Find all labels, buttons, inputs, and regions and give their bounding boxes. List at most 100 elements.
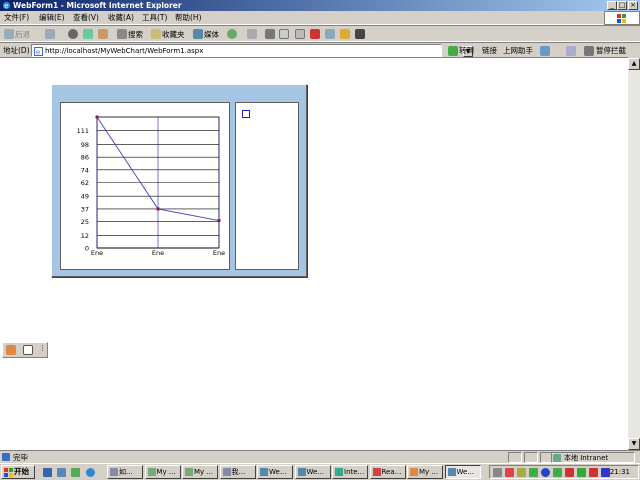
- status-segment: [508, 452, 522, 463]
- research-icon[interactable]: [325, 29, 335, 39]
- taskbar-button[interactable]: My ...: [182, 465, 218, 479]
- scroll-up-button[interactable]: ▲: [628, 58, 640, 70]
- refresh-icon[interactable]: [83, 29, 93, 39]
- image-toolbar: ⋮: [2, 342, 48, 358]
- data-point: [95, 115, 99, 119]
- history-icon[interactable]: [227, 29, 237, 39]
- tray-icon[interactable]: [589, 468, 598, 477]
- task-app-icon: [147, 468, 156, 476]
- home-icon[interactable]: [98, 29, 108, 39]
- standard-toolbar: 后退 搜索 收藏夹 媒体: [0, 25, 640, 42]
- web-chart: 0 12 25 37 49 62 74 86 98 111 Ene Ene Ene: [51, 84, 307, 277]
- task-label: We...: [269, 468, 287, 476]
- maximize-button[interactable]: □: [617, 1, 627, 10]
- minimize-button[interactable]: _: [607, 1, 617, 10]
- y-tick-label: 37: [81, 205, 89, 213]
- task-app-icon: [185, 468, 193, 476]
- tray-icon[interactable]: [601, 468, 610, 477]
- task-label: Inte...: [344, 468, 365, 476]
- task-label: We...: [306, 468, 325, 476]
- title-bar: e WebForm1 - Microsoft Internet Explorer…: [0, 0, 640, 11]
- taskbar-button[interactable]: My ...: [407, 465, 443, 479]
- taskbar-button[interactable]: Rea...: [369, 465, 406, 479]
- y-tick-label: 25: [81, 218, 89, 226]
- search-button[interactable]: 搜索: [128, 28, 143, 41]
- taskbar-button[interactable]: 我...: [219, 465, 256, 479]
- taskbar-button[interactable]: We...: [257, 465, 293, 479]
- windows-logo-icon: [4, 468, 13, 477]
- menu-tools[interactable]: 工具(T): [142, 12, 167, 24]
- go-arrow-icon[interactable]: [448, 46, 458, 56]
- task-label: My ...: [156, 468, 176, 476]
- ie-logo-icon: e: [2, 1, 11, 10]
- task-app-icon: [447, 468, 456, 476]
- links-button[interactable]: 链接: [482, 44, 497, 57]
- taskbar-button[interactable]: 如...: [107, 465, 143, 479]
- tray-icon[interactable]: [553, 468, 562, 477]
- address-input[interactable]: e http://localhost/MyWebChart/WebForm1.a…: [31, 44, 473, 57]
- taskbar-button[interactable]: My ...: [144, 465, 181, 479]
- forward-arrow-icon[interactable]: [45, 29, 55, 39]
- search-icon[interactable]: [117, 29, 127, 39]
- back-button[interactable]: 后退: [15, 28, 30, 41]
- tray-icon[interactable]: [541, 468, 550, 477]
- y-tick-label: 49: [81, 193, 89, 201]
- extra-icon[interactable]: [355, 29, 365, 39]
- x-tick-label: Ene: [152, 249, 164, 257]
- page-icon: e: [34, 47, 43, 56]
- svg-text:e: e: [36, 49, 40, 57]
- y-tick-label: 98: [81, 141, 89, 149]
- taskbar-button[interactable]: We...: [294, 465, 331, 479]
- block-icon[interactable]: [584, 46, 594, 56]
- picture-icon[interactable]: [6, 345, 16, 355]
- menu-favorites[interactable]: 收藏(A): [108, 12, 134, 24]
- menu-help[interactable]: 帮助(H): [175, 12, 202, 24]
- helper-button[interactable]: 上网助手: [503, 44, 533, 57]
- menu-bar: 文件(F) 编辑(E) 查看(V) 收藏(A) 工具(T) 帮助(H): [0, 11, 640, 25]
- start-button[interactable]: 开始: [1, 465, 35, 479]
- favorites-button[interactable]: 收藏夹: [162, 28, 185, 41]
- discuss-icon[interactable]: [295, 29, 305, 39]
- back-arrow-icon[interactable]: [4, 29, 14, 39]
- scroll-down-button[interactable]: ▼: [628, 438, 640, 450]
- status-text: 完毕: [13, 453, 28, 462]
- close-button[interactable]: ×: [628, 1, 638, 10]
- taskbar-button[interactable]: Inte...: [332, 465, 368, 479]
- task-label: My ...: [194, 468, 214, 476]
- quicklaunch-explorer-icon[interactable]: [71, 468, 80, 477]
- zone-panel: 本地 Intranet: [551, 452, 635, 463]
- taskbar-button[interactable]: We...: [444, 465, 481, 479]
- media-icon[interactable]: [193, 29, 203, 39]
- block-popups-button[interactable]: 暂停拦截: [596, 44, 626, 57]
- tray-icon[interactable]: [565, 468, 574, 477]
- done-page-icon: [2, 453, 10, 461]
- quicklaunch-ie-icon[interactable]: [43, 468, 52, 477]
- media-button[interactable]: 媒体: [204, 28, 219, 41]
- menu-file[interactable]: 文件(F): [4, 12, 29, 24]
- data-point: [156, 207, 160, 211]
- helper-icon[interactable]: [540, 46, 550, 56]
- toolbar-overflow-icon[interactable]: ⋮: [39, 344, 46, 352]
- pen-icon[interactable]: [566, 46, 576, 56]
- mail-icon[interactable]: [247, 29, 257, 39]
- vertical-scrollbar[interactable]: ▲ ▼: [628, 58, 640, 450]
- tray-icon[interactable]: [517, 468, 526, 477]
- tray-icon[interactable]: [493, 468, 502, 477]
- go-button[interactable]: 转到: [459, 44, 474, 57]
- edit-icon[interactable]: [279, 29, 289, 39]
- tray-icon[interactable]: [529, 468, 538, 477]
- y-tick-label: 62: [81, 179, 89, 187]
- menu-edit[interactable]: 编辑(E): [39, 12, 65, 24]
- tool-icon[interactable]: [340, 29, 350, 39]
- tray-icon[interactable]: [577, 468, 586, 477]
- quicklaunch-media-icon[interactable]: [86, 468, 95, 477]
- favorites-icon[interactable]: [151, 29, 161, 39]
- quicklaunch-desktop-icon[interactable]: [57, 468, 66, 477]
- messenger-icon[interactable]: [310, 29, 320, 39]
- tray-icon[interactable]: [505, 468, 514, 477]
- stop-icon[interactable]: [68, 29, 78, 39]
- chart-plot-area: 0 12 25 37 49 62 74 86 98 111 Ene Ene Ene: [60, 102, 230, 270]
- help-icon[interactable]: [23, 345, 33, 355]
- menu-view[interactable]: 查看(V): [73, 12, 99, 24]
- print-icon[interactable]: [265, 29, 275, 39]
